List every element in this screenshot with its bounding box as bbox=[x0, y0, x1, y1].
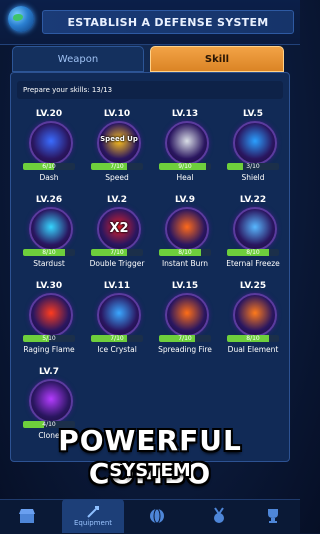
skill-name: Raging Flame bbox=[23, 345, 75, 354]
skill-progress-text: 3/10 bbox=[246, 163, 260, 170]
skill-progress-bar: 5/10 bbox=[23, 335, 75, 342]
skill-name: Heal bbox=[176, 173, 194, 182]
skill-progress-bar: 8/10 bbox=[227, 249, 279, 256]
skill-progress-text: 7/10 bbox=[110, 163, 124, 170]
world-icon[interactable] bbox=[148, 507, 170, 529]
skill-name: Ice Crystal bbox=[97, 345, 137, 354]
equipment-icon[interactable] bbox=[84, 503, 106, 525]
skill-progress-bar: 8/10 bbox=[159, 249, 211, 256]
skill-name: Eternal Freeze bbox=[226, 259, 280, 268]
skill-card-instant-burn[interactable]: LV.9 8/10 Instant Burn bbox=[153, 195, 217, 277]
speed-up-icon: Speed Up bbox=[97, 121, 141, 165]
tab-skill[interactable]: Skill bbox=[150, 46, 284, 72]
skill-level: LV.9 bbox=[175, 195, 195, 205]
skill-progress-text: 8/10 bbox=[246, 335, 260, 342]
skill-level: LV.30 bbox=[35, 281, 63, 291]
skill-level: LV.5 bbox=[243, 109, 263, 119]
skill-card-ice-crystal[interactable]: LV.11 7/10 Ice Crystal bbox=[85, 281, 149, 363]
skill-progress-bar: 9/10 bbox=[159, 163, 211, 170]
x2-icon: X2 bbox=[97, 207, 141, 251]
skill-progress-bar: 7/10 bbox=[91, 163, 143, 170]
skill-icon-text: Speed Up bbox=[100, 135, 138, 143]
skill-card-shield[interactable]: LV.5 3/10 Shield bbox=[221, 109, 285, 191]
skill-level: LV.10 bbox=[103, 109, 131, 119]
skill-card-eternal-freeze[interactable]: LV.22 8/10 Eternal Freeze bbox=[221, 195, 285, 277]
skill-progress-text: 8/10 bbox=[42, 249, 56, 256]
skill-level: LV.15 bbox=[171, 281, 199, 291]
skill-progress-bar: 8/10 bbox=[227, 335, 279, 342]
skill-icon-text: X2 bbox=[109, 221, 129, 236]
skill-name: Speed bbox=[105, 173, 129, 182]
globe-icon[interactable] bbox=[8, 6, 34, 32]
banner-subline: SYSTEM bbox=[109, 460, 191, 481]
skill-level: LV.26 bbox=[35, 195, 63, 205]
page-title: ESTABLISH A DEFENSE SYSTEM bbox=[42, 10, 294, 34]
skill-card-speed[interactable]: LV.10 Speed Up 7/10 Speed bbox=[85, 109, 149, 191]
skill-level: LV.11 bbox=[103, 281, 131, 291]
first-aid-kit-icon bbox=[165, 121, 209, 165]
skills-panel: Prepare your skills: 13/13 LV.20 6/10 Dash… bbox=[10, 72, 290, 462]
skill-level: LV.13 bbox=[171, 109, 199, 119]
skill-card-stardust[interactable]: LV.26 8/10 Stardust bbox=[17, 195, 81, 277]
skill-card-dash[interactable]: LV.20 6/10 Dash bbox=[17, 109, 81, 191]
skill-level: LV.25 bbox=[239, 281, 267, 291]
skill-card-double-trigger[interactable]: LV.2 X2 7/10 Double Trigger bbox=[85, 195, 149, 277]
star-icon bbox=[29, 207, 73, 251]
trophy-icon[interactable] bbox=[264, 507, 286, 529]
skill-level: LV.22 bbox=[239, 195, 267, 205]
skill-progress-bar: 3/10 bbox=[227, 163, 279, 170]
skill-progress-text: 7/10 bbox=[110, 335, 124, 342]
skill-card-spreading-fire[interactable]: LV.15 7/10 Spreading Fire bbox=[153, 281, 217, 363]
skill-card-raging-flame[interactable]: LV.30 5/10 Raging Flame bbox=[17, 281, 81, 363]
skill-level: LV.20 bbox=[35, 109, 63, 119]
skill-progress-bar: 7/10 bbox=[91, 335, 143, 342]
skill-progress-bar: 6/10 bbox=[23, 163, 75, 170]
flame-icon bbox=[165, 207, 209, 251]
skill-name: Shield bbox=[241, 173, 265, 182]
skill-name: Stardust bbox=[33, 259, 65, 268]
hex-shield-icon bbox=[233, 121, 277, 165]
skill-progress-text: 8/10 bbox=[246, 249, 260, 256]
skill-name: Dual Element bbox=[227, 345, 279, 354]
skill-progress-text: 5/10 bbox=[42, 335, 56, 342]
medal-icon[interactable] bbox=[210, 507, 232, 529]
fire-spiral-icon bbox=[165, 293, 209, 337]
ice-crystal-icon bbox=[233, 207, 277, 251]
skill-progress-text: 6/10 bbox=[42, 163, 56, 170]
skill-progress-text: 9/10 bbox=[178, 163, 192, 170]
skill-progress-bar: 8/10 bbox=[23, 249, 75, 256]
skill-name: Dash bbox=[39, 173, 59, 182]
skill-progress-text: 8/10 bbox=[178, 249, 192, 256]
skill-progress-bar: 7/10 bbox=[91, 249, 143, 256]
promo-banner: POWERFUL COMBO SYSTEM bbox=[0, 416, 300, 506]
tab-weapon[interactable]: Weapon bbox=[12, 46, 144, 72]
skill-level: LV.7 bbox=[39, 367, 59, 377]
yin-yang-element-icon bbox=[233, 293, 277, 337]
dash-icon bbox=[29, 121, 73, 165]
skill-name: Instant Burn bbox=[161, 259, 209, 268]
skill-card-dual-element[interactable]: LV.25 8/10 Dual Element bbox=[221, 281, 285, 363]
prepare-skills-label: Prepare your skills: 13/13 bbox=[17, 81, 283, 99]
ice-shards-icon bbox=[97, 293, 141, 337]
skill-name: Spreading Fire bbox=[158, 345, 212, 354]
skill-level: LV.2 bbox=[107, 195, 127, 205]
shop-icon[interactable] bbox=[18, 507, 40, 529]
skill-card-heal[interactable]: LV.13 9/10 Heal bbox=[153, 109, 217, 191]
skill-progress-text: 7/10 bbox=[110, 249, 124, 256]
skill-progress-bar: 7/10 bbox=[159, 335, 211, 342]
flaming-skull-icon bbox=[29, 293, 73, 337]
top-header: ESTABLISH A DEFENSE SYSTEM bbox=[0, 0, 300, 45]
skill-name: Double Trigger bbox=[89, 259, 145, 268]
skill-progress-text: 7/10 bbox=[178, 335, 192, 342]
